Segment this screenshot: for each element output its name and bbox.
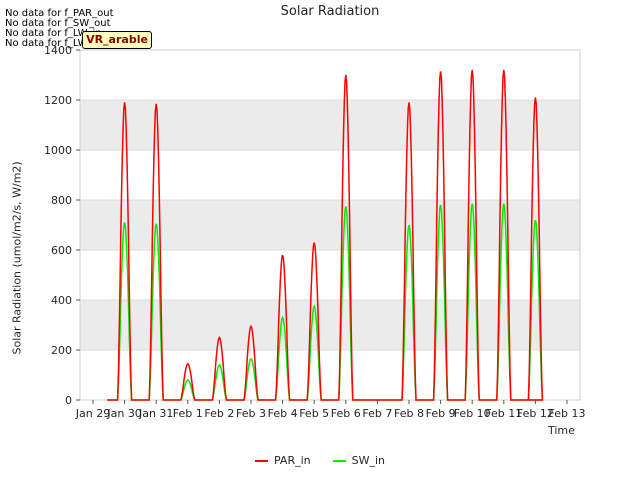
- legend-label-sw: SW_in: [351, 454, 386, 467]
- legend-swatch-sw: [332, 459, 346, 462]
- legend-item-sw: SW_in: [332, 454, 386, 467]
- band-0-200: [80, 350, 580, 400]
- x-tick-label-2: Jan 31: [138, 407, 173, 420]
- x-tick-label-8: Feb 6: [331, 407, 361, 420]
- x-tick-label-9: Feb 7: [362, 407, 392, 420]
- legend: PAR_in SW_in: [255, 454, 385, 467]
- y-tick-label-800: 800: [51, 194, 72, 207]
- y-tick-label-200: 200: [51, 344, 72, 357]
- x-tick-label-11: Feb 9: [426, 407, 456, 420]
- y-axis-label: Solar Radiation (umol/m2/s, W/m2): [10, 161, 24, 355]
- x-axis: Jan 29Jan 30Jan 31 Feb 1 Feb 2 Feb 3 Feb 4 Fe…: [75, 400, 586, 420]
- chart-plot: 0 200 400 600 800 1000 1200 1400 Jan 29Jan 30Ja…: [44, 44, 586, 420]
- y-tick-label-0: 0: [65, 394, 72, 407]
- band-400-600: [80, 250, 580, 300]
- y-tick-label-400: 400: [51, 294, 72, 307]
- x-tick-label-0: Jan 29: [75, 407, 110, 420]
- x-tick-label-4: Feb 2: [204, 407, 234, 420]
- x-tick-label-1: Jan 30: [106, 407, 141, 420]
- legend-label-par: PAR_in: [274, 454, 311, 467]
- x-axis-label: Time: [548, 424, 575, 437]
- x-tick-label-3: Feb 1: [173, 407, 203, 420]
- y-axis: 0 200 400 600 800 1000 1200 1400: [44, 44, 80, 407]
- y-tick-label-1000: 1000: [44, 144, 72, 157]
- band-800-1000: [80, 150, 580, 200]
- x-tick-label-15: Feb 13: [549, 407, 586, 420]
- y-tick-label-600: 600: [51, 244, 72, 257]
- y-tick-label-1400: 1400: [44, 44, 72, 57]
- y-tick-label-1200: 1200: [44, 94, 72, 107]
- x-tick-label-7: Feb 5: [299, 407, 329, 420]
- band-200-400: [80, 300, 580, 350]
- legend-item-par: PAR_in: [255, 454, 311, 467]
- x-tick-label-10: Feb 8: [394, 407, 424, 420]
- x-tick-label-6: Feb 4: [268, 407, 298, 420]
- x-tick-label-5: Feb 3: [236, 407, 266, 420]
- legend-swatch-par: [255, 459, 268, 462]
